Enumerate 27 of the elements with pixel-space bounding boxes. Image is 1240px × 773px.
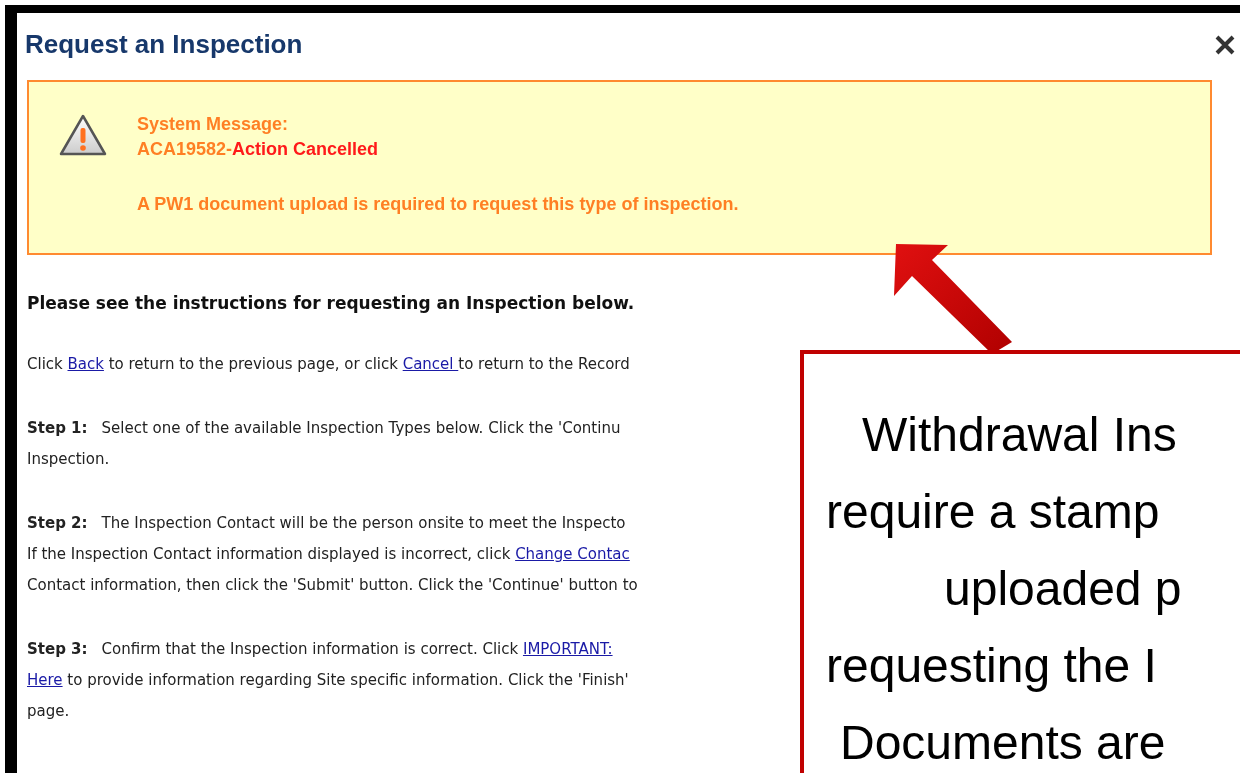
text-link[interactable]: Change Contac (515, 545, 630, 563)
step-text: Contact information, then click the 'Submit' button. Click the 'Continue' button to (27, 575, 638, 596)
close-button[interactable] (1214, 33, 1236, 56)
step-text: Inspection. (27, 449, 110, 470)
callout-text: uploaded p (944, 561, 1182, 617)
close-icon (1214, 33, 1236, 56)
instructions-heading: Please see the instructions for requesting an Inspection below. (27, 293, 636, 313)
step-text: Step 1: Select one of the available Inspection Types below. Click the 'Continu (27, 418, 621, 439)
callout-text: requesting the I (826, 638, 1157, 694)
message-detail: A PW1 document upload is required to request this type of inspection. (137, 194, 739, 215)
callout-text: require a stamp (826, 484, 1160, 540)
step-text: Step 3: Confirm that the Inspection information is correct. Click IMPORTANT: (27, 639, 613, 660)
message-status: ACA19582-Action Cancelled (137, 139, 380, 160)
step-text: If the Inspection Contact information displayed is incorrect, click Change Contac (27, 544, 630, 565)
text-link[interactable]: Back (67, 355, 104, 373)
text-link[interactable]: Cancel (402, 355, 459, 373)
step-text: Step 2: The Inspection Contact will be the person onsite to meet the Inspecto (27, 513, 626, 534)
callout-text: Withdrawal Ins (862, 407, 1177, 463)
message-heading: System Message: (137, 114, 290, 135)
step-text: Here to provide information regarding Site specific information. Click the 'Finish' (27, 670, 629, 691)
callout-text: Documents are (840, 715, 1166, 771)
dialog-title: Request an Inspection (25, 29, 303, 60)
instruction-text: Click Back to return to the previous page, or click Cancel to return to the Record (27, 354, 630, 375)
step-text: page. (27, 701, 70, 722)
text-link[interactable]: IMPORTANT: (522, 640, 613, 658)
warning-icon (59, 114, 107, 156)
text-link[interactable]: Here (27, 671, 63, 689)
